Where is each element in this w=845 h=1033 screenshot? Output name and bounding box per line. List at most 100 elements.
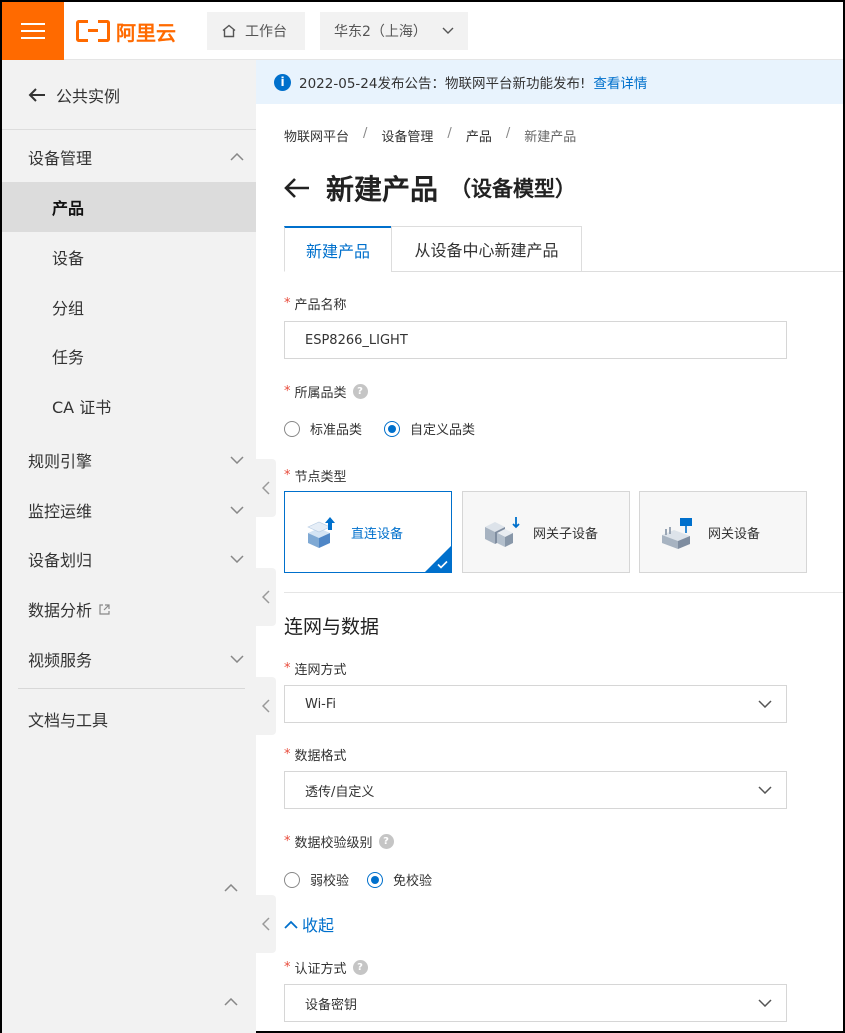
node-type-gateway-device[interactable]: 网关设备 <box>639 491 807 573</box>
tab-bar: 新建产品 从设备中心新建产品 <box>284 226 843 272</box>
home-icon <box>221 23 237 39</box>
info-icon: i <box>274 73 291 91</box>
back-arrow-icon[interactable] <box>284 177 310 199</box>
chevron-up-icon[interactable] <box>224 884 238 892</box>
sidebar-group-monitoring[interactable]: 监控运维 <box>2 486 256 534</box>
chevron-down-icon <box>230 456 244 464</box>
sidebar-item-task[interactable]: 任务 <box>2 331 256 381</box>
required-mark: * <box>284 960 291 975</box>
tab-new-product[interactable]: 新建产品 <box>284 226 392 272</box>
radio-label: 免校验 <box>393 874 433 889</box>
sidebar-item-ca-cert[interactable]: CA 证书 <box>2 381 256 431</box>
network-method-select[interactable]: Wi-Fi <box>284 685 787 723</box>
help-icon[interactable]: ? <box>378 834 394 849</box>
radio-circle-checked <box>367 871 384 888</box>
sidebar: 公共实例 设备管理 产品 设备 分组 任务 CA 证书 规则引擎 监控运维 设备… <box>2 60 256 1033</box>
node-type-label-text: 网关子设备 <box>533 526 599 542</box>
auth-method-value: 设备密钥 <box>305 997 358 1013</box>
check-level-none-radio[interactable]: 免校验 <box>367 870 432 889</box>
breadcrumb-separator: / <box>505 126 511 141</box>
sidebar-group-label: 规则引擎 <box>28 452 93 471</box>
product-name-input[interactable] <box>284 321 787 359</box>
region-selector[interactable]: 华东2（上海） <box>320 12 468 50</box>
node-type-label-text: 网关设备 <box>708 526 761 542</box>
help-icon[interactable]: ? <box>352 960 368 975</box>
workbench-label: 工作台 <box>245 24 287 40</box>
breadcrumb-item-product[interactable]: 产品 <box>466 126 492 145</box>
tab-from-device-center[interactable]: 从设备中心新建产品 <box>391 226 582 272</box>
data-format-label-text: 数据格式 <box>294 749 347 764</box>
required-mark: * <box>284 834 291 849</box>
breadcrumb-separator: / <box>447 126 452 141</box>
check-level-weak-radio[interactable]: 弱校验 <box>284 870 349 889</box>
category-standard-radio[interactable]: 标准品类 <box>284 419 362 438</box>
auth-method-select[interactable]: 设备密钥 <box>284 984 787 1022</box>
breadcrumb-item-device-management[interactable]: 设备管理 <box>381 126 433 145</box>
node-type-gateway-subdevice[interactable]: 网关子设备 <box>462 491 630 573</box>
chevron-down-icon <box>442 27 454 35</box>
back-to-public-instance[interactable]: 公共实例 <box>2 60 256 130</box>
required-mark: * <box>284 384 291 399</box>
logo-text: 阿里云 <box>116 20 176 45</box>
breadcrumb-separator: / <box>363 126 368 141</box>
breadcrumb-item-new-product: 新建产品 <box>524 130 577 145</box>
sidebar-group-device-assignment[interactable]: 设备划归 <box>2 535 256 583</box>
sidebar-group-data-analysis[interactable]: 数据分析 <box>2 585 256 633</box>
sidebar-item-device[interactable]: 设备 <box>2 232 256 282</box>
sidebar-group-rule-engine[interactable]: 规则引擎 <box>2 436 256 484</box>
workbench-button[interactable]: 工作台 <box>207 12 305 50</box>
radio-circle <box>284 871 300 888</box>
chevron-up-icon[interactable] <box>224 998 238 1006</box>
radio-circle <box>284 420 300 437</box>
required-mark: * <box>284 747 291 762</box>
aliyun-logo[interactable]: 阿里云 <box>76 16 176 46</box>
sidebar-group-label: 文档与工具 <box>28 711 109 730</box>
breadcrumb: 物联网平台 / 设备管理 / 产品 / 新建产品 <box>284 126 576 145</box>
sidebar-item-docs-tools[interactable]: 文档与工具 <box>2 695 256 743</box>
hamburger-menu-icon[interactable] <box>2 2 64 60</box>
sidebar-item-label: CA 证书 <box>52 398 112 417</box>
sidebar-item-product[interactable]: 产品 <box>2 182 256 232</box>
chevron-down-icon <box>758 786 772 794</box>
announcement-banner: i 2022-05-24发布公告：物联网平台新功能发布! 查看详情 <box>256 60 843 104</box>
category-radio-group: 标准品类 自定义品类 <box>284 419 475 438</box>
announcement-details-link[interactable]: 查看详情 <box>593 72 647 92</box>
sidebar-divider <box>18 688 245 689</box>
announcement-text: 2022-05-24发布公告：物联网平台新功能发布! <box>299 76 586 92</box>
data-format-select[interactable]: 透传/自定义 <box>284 771 787 809</box>
main-content: i 2022-05-24发布公告：物联网平台新功能发布! 查看详情 物联网平台 … <box>256 60 843 1033</box>
sidebar-group-label: 数据分析 <box>28 601 93 620</box>
region-label: 华东2（上海） <box>334 24 427 40</box>
aliyun-logo-mark-icon <box>76 20 110 42</box>
network-method-label-text: 连网方式 <box>294 663 347 678</box>
category-custom-radio[interactable]: 自定义品类 <box>384 419 475 438</box>
sidebar-group-device-management[interactable]: 设备管理 <box>2 133 256 181</box>
data-format-label: * 数据格式 <box>284 745 347 764</box>
chevron-down-icon <box>230 555 244 563</box>
required-mark: * <box>284 296 291 311</box>
chevron-up-icon <box>284 920 298 929</box>
back-label: 公共实例 <box>56 86 121 106</box>
sidebar-item-label: 分组 <box>52 299 85 318</box>
section-title-network-data: 连网与数据 <box>284 616 380 638</box>
node-type-label: * 节点类型 <box>284 466 347 485</box>
help-icon[interactable]: ? <box>352 384 368 399</box>
category-label: * 所属品类 ? <box>284 382 368 401</box>
node-type-direct-device[interactable]: 直连设备 <box>284 491 452 573</box>
sidebar-group-video-service[interactable]: 视频服务 <box>2 635 256 683</box>
sidebar-item-group[interactable]: 分组 <box>2 282 256 332</box>
collapse-advanced-link[interactable]: 收起 <box>284 912 334 936</box>
sidebar-item-label: 设备 <box>52 249 85 268</box>
required-mark: * <box>284 468 291 483</box>
product-name-label: * 产品名称 <box>284 294 347 313</box>
radio-label: 弱校验 <box>310 874 350 889</box>
direct-device-icon <box>305 515 339 549</box>
top-bar: 阿里云 工作台 华东2（上海） <box>2 2 843 60</box>
breadcrumb-item-iot-platform[interactable]: 物联网平台 <box>284 126 349 145</box>
node-type-label-text: 直连设备 <box>351 526 404 542</box>
chevron-down-icon <box>758 999 772 1007</box>
radio-label: 自定义品类 <box>410 423 476 438</box>
sidebar-item-label: 产品 <box>52 199 85 218</box>
chevron-down-icon <box>230 506 244 514</box>
gateway-device-icon <box>660 515 696 549</box>
